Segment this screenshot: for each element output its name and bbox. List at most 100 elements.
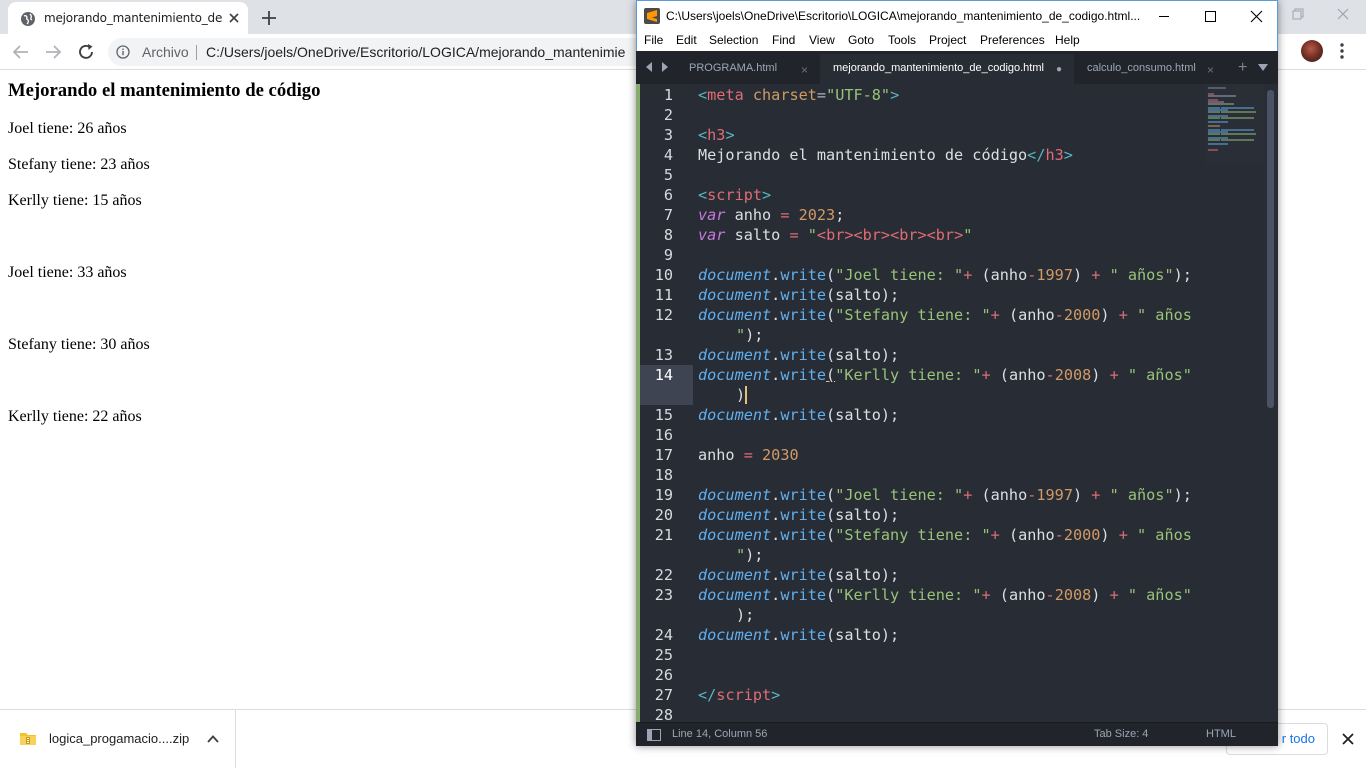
menu-tools[interactable]: Tools	[888, 33, 916, 47]
window-title: C:\Users\joels\OneDrive\Escritorio\LOGIC…	[666, 9, 1141, 23]
close-icon[interactable]: ×	[1207, 63, 1214, 77]
code-line[interactable]: 18	[636, 465, 1236, 485]
code-text: document.write(salto);	[698, 346, 900, 364]
menu-edit[interactable]: Edit	[676, 33, 697, 47]
origin-label: Archivo	[142, 44, 189, 60]
forward-arrow-icon[interactable]	[42, 41, 64, 63]
code-line[interactable]: 9	[636, 245, 1236, 265]
output-line: Kerlly tiene: 22 años	[8, 408, 142, 425]
cursor-position[interactable]: Line 14, Column 56	[672, 728, 767, 740]
vertical-scrollbar[interactable]	[1267, 90, 1274, 408]
code-line[interactable]: 25	[636, 645, 1236, 665]
code-line[interactable]: 21 document.write("Stefany tiene: "+ (an…	[636, 525, 1236, 545]
code-text: ");	[736, 546, 764, 564]
code-line[interactable]: 10 document.write("Joel tiene: "+ (anho-…	[636, 265, 1236, 285]
code-line[interactable]: 4 Mejorando el mantenimiento de código</…	[636, 145, 1236, 165]
code-line[interactable]: 24 document.write(salto);	[636, 625, 1236, 645]
menu-preferences[interactable]: Preferences	[980, 33, 1045, 47]
text-caret	[745, 386, 748, 404]
close-icon[interactable]: ×	[801, 63, 808, 77]
line-number: 4	[663, 146, 673, 164]
code-line[interactable]: 11 document.write(salto);	[636, 285, 1236, 305]
menu-selection[interactable]: Selection	[709, 33, 758, 47]
tab-scroll-arrows-icon[interactable]	[646, 62, 668, 72]
download-item[interactable]: logica_progamacio....zip	[0, 710, 236, 768]
menu-find[interactable]: Find	[772, 33, 795, 47]
tab-calculo-consumo[interactable]: calculo_consumo.html ×	[1074, 54, 1224, 84]
menu-help[interactable]: Help	[1055, 33, 1080, 47]
code-line[interactable]: 17 anho = 2030	[636, 445, 1236, 465]
code-line[interactable]: 7 var anho = 2023;	[636, 205, 1236, 225]
code-text: );	[736, 606, 755, 624]
close-icon[interactable]	[1340, 731, 1356, 747]
code-line[interactable]: 15 document.write(salto);	[636, 405, 1236, 425]
close-icon[interactable]	[226, 10, 242, 26]
tab-size[interactable]: Tab Size: 4	[1094, 728, 1148, 740]
tab-mejorando-mantenimiento[interactable]: mejorando_mantenimiento_de_codigo.html ●	[820, 54, 1074, 84]
code-text: <script>	[698, 186, 772, 204]
sidebar-toggle-icon[interactable]	[647, 729, 661, 741]
close-icon[interactable]	[1320, 0, 1366, 30]
plus-icon[interactable]	[258, 7, 280, 29]
code-lines[interactable]: 1 <meta charset="UTF-8"> 2 3 <h3> 4 Mejo…	[636, 85, 1236, 722]
restore-icon[interactable]	[1274, 0, 1320, 30]
code-line[interactable]: 13 document.write(salto);	[636, 345, 1236, 365]
url-text[interactable]: C:/Users/joels/OneDrive/Escritorio/LOGIC…	[206, 44, 625, 60]
zip-file-icon	[20, 733, 36, 745]
plus-icon[interactable]: +	[1238, 59, 1247, 77]
syntax-mode[interactable]: HTML	[1206, 728, 1236, 740]
line-number: 8	[663, 226, 673, 244]
back-arrow-icon[interactable]	[10, 41, 32, 63]
chevron-up-icon[interactable]	[206, 732, 220, 746]
code-line[interactable]: 23 document.write("Kerlly tiene: "+ (anh…	[636, 585, 1236, 605]
code-line[interactable]: 20 document.write(salto);	[636, 505, 1236, 525]
chevron-down-icon[interactable]	[1258, 64, 1268, 72]
browser-tab[interactable]: mejorando_mantenimiento_de_c	[8, 2, 248, 34]
menu-view[interactable]: View	[809, 33, 835, 47]
menu-file[interactable]: File	[644, 33, 663, 47]
code-line[interactable]: 22 document.write(salto);	[636, 565, 1236, 585]
minimap[interactable]	[1206, 84, 1264, 164]
line-number: 10	[654, 266, 673, 284]
code-line[interactable]: 8 var salto = "<br><br><br><br>"	[636, 225, 1236, 245]
code-line-wrap[interactable]: )	[636, 385, 1236, 405]
line-number: 27	[654, 686, 673, 704]
maximize-icon[interactable]	[1187, 1, 1233, 32]
code-line-wrap[interactable]: ");	[636, 545, 1236, 565]
code-line-wrap[interactable]: ");	[636, 325, 1236, 345]
minimize-icon[interactable]	[1141, 1, 1187, 32]
close-icon[interactable]	[1233, 1, 1278, 32]
code-line[interactable]: 5	[636, 165, 1236, 185]
info-icon[interactable]	[116, 45, 130, 59]
menu-goto[interactable]: Goto	[848, 33, 874, 47]
output-line: Kerlly tiene: 15 años	[8, 192, 142, 209]
line-number: 25	[654, 646, 673, 664]
kebab-menu-icon[interactable]	[1339, 41, 1345, 61]
avatar[interactable]	[1301, 40, 1323, 62]
code-line-wrap[interactable]: );	[636, 605, 1236, 625]
code-text: var salto = "<br><br><br><br>"	[698, 226, 973, 244]
code-line[interactable]: 27 </script>	[636, 685, 1236, 705]
menu-project[interactable]: Project	[929, 33, 966, 47]
output-line: Stefany tiene: 23 años	[8, 156, 150, 173]
code-line[interactable]: 19 document.write("Joel tiene: "+ (anho-…	[636, 485, 1236, 505]
unsaved-dot-icon[interactable]: ●	[1056, 64, 1062, 75]
tab-label: mejorando_mantenimiento_de_codigo.html	[833, 62, 1044, 74]
code-line[interactable]: 6 <script>	[636, 185, 1236, 205]
code-line[interactable]: 26	[636, 665, 1236, 685]
code-line[interactable]: 12 document.write("Stefany tiene: "+ (an…	[636, 305, 1236, 325]
status-bar: Line 14, Column 56 Tab Size: 4 HTML	[636, 722, 1278, 746]
code-line[interactable]: 1 <meta charset="UTF-8">	[636, 85, 1236, 105]
code-line-current[interactable]: 14 document.write("Kerlly tiene: "+ (anh…	[636, 365, 1236, 385]
code-line[interactable]: 16	[636, 425, 1236, 445]
code-line[interactable]: 3 <h3>	[636, 125, 1236, 145]
code-line[interactable]: 2	[636, 105, 1236, 125]
tab-programa[interactable]: PROGRAMA.html ×	[674, 54, 820, 84]
code-text: <meta charset="UTF-8">	[698, 86, 900, 104]
code-line[interactable]: 28	[636, 705, 1236, 722]
line-number: 1	[663, 86, 673, 104]
code-editor[interactable]: 1 <meta charset="UTF-8"> 2 3 <h3> 4 Mejo…	[636, 84, 1278, 722]
line-number: 16	[654, 426, 673, 444]
reload-icon[interactable]	[75, 41, 97, 63]
output-line: Stefany tiene: 30 años	[8, 336, 150, 353]
